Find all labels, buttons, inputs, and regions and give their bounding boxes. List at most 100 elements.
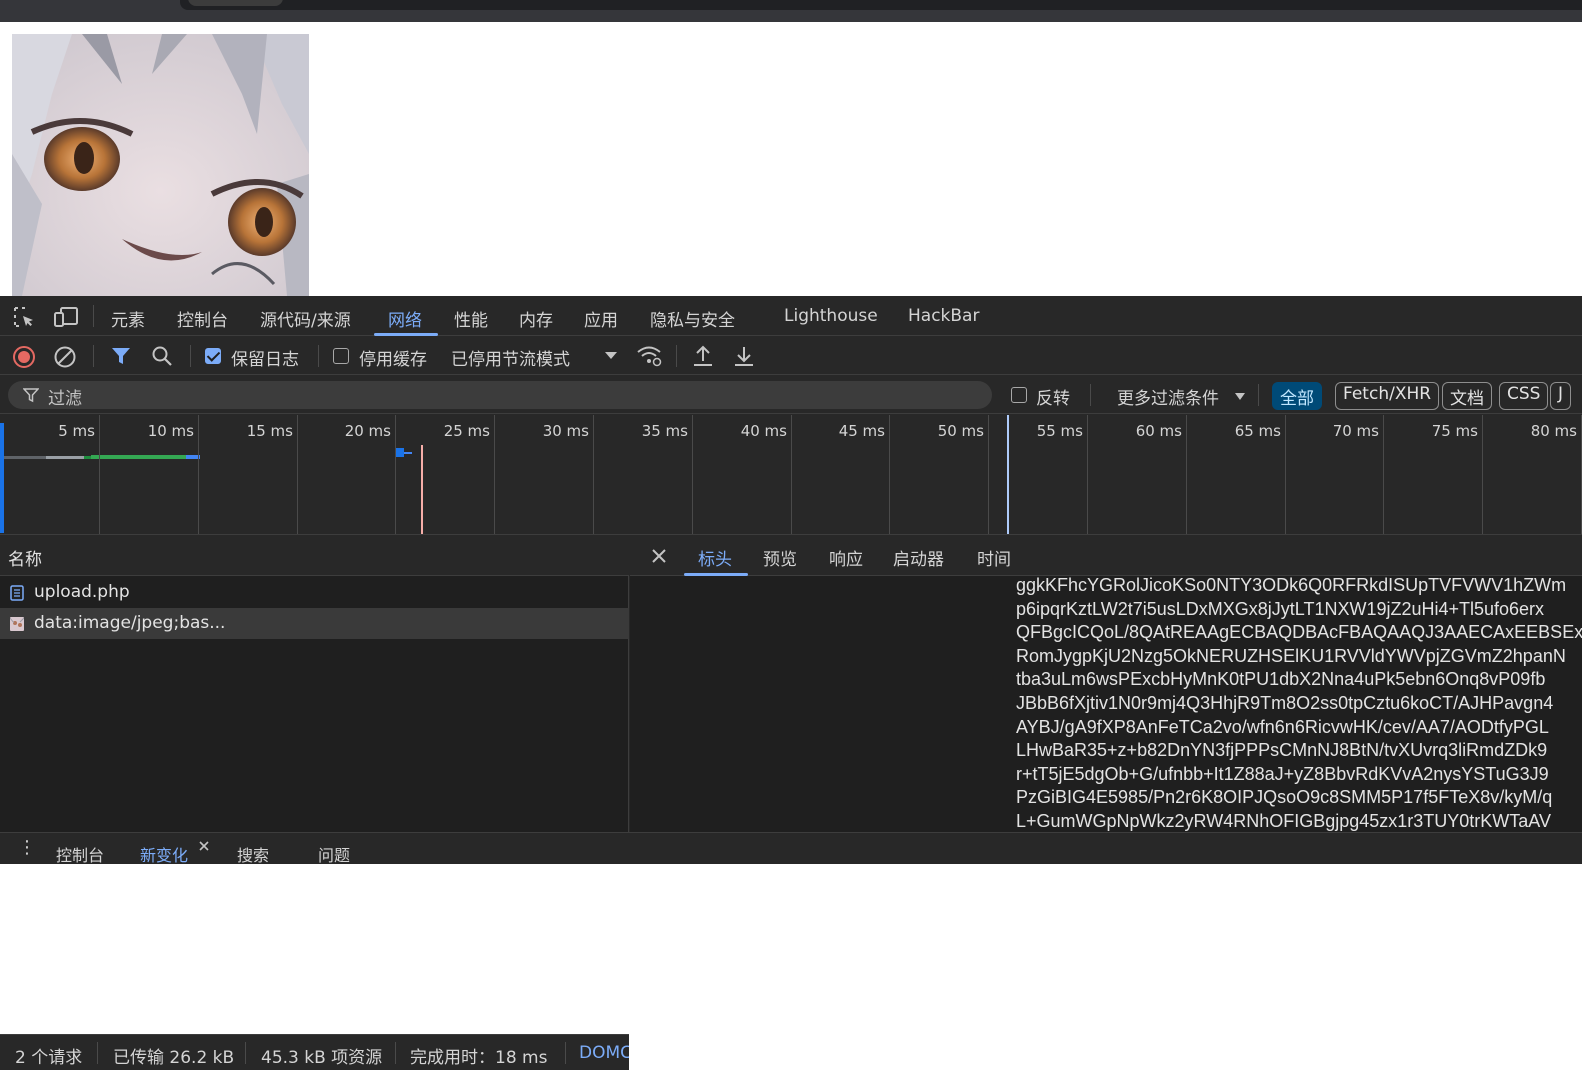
timeline-gridline [889, 415, 890, 534]
separator [93, 305, 94, 327]
clear-icon[interactable] [53, 345, 77, 369]
request-row-selected[interactable]: data:image/jpeg;bas... [0, 608, 629, 639]
request-list: 名称 upload.php data:image/jpeg;bas... 2 个… [0, 536, 629, 1070]
devtools-tab-bar: 元素 控制台 源代码/来源 网络 性能 内存 应用 隐私与安全 Lighthou… [0, 296, 1582, 336]
waterfall-bar [404, 452, 412, 454]
timeline-tick-label: 25 ms [443, 422, 490, 440]
tab-initiator[interactable]: 启动器 [893, 545, 944, 570]
tab-privacy-security[interactable]: 隐私与安全 [650, 306, 735, 331]
timeline-tick-label: 65 ms [1234, 422, 1281, 440]
timeline-gridline [395, 415, 396, 534]
throttling-select[interactable]: 已停用节流模式 [451, 345, 570, 370]
base64-line: PzGiBIG4E5985/Pn2r6K8OIPJQsoO9c8SMM5P17f… [1016, 787, 1553, 808]
load-event-marker [421, 445, 423, 534]
timeline-gridline [1383, 415, 1384, 534]
preserve-log-checkbox[interactable] [205, 348, 221, 364]
drawer-tab-bar: ⋮ 控制台 新变化 搜索 问题 [0, 832, 1582, 866]
more-filters-dropdown[interactable]: 更多过滤条件 [1117, 384, 1219, 409]
finish-time: 完成用时：18 ms [410, 1048, 548, 1068]
tab-network[interactable]: 网络 [388, 306, 422, 331]
more-options-icon[interactable]: ⋮ [18, 837, 36, 858]
network-overview-timeline[interactable]: 5 ms 10 ms 15 ms 20 ms 25 ms 30 ms 35 ms 40 ms 4… [0, 415, 1582, 535]
device-toolbar-icon[interactable] [53, 305, 79, 329]
close-icon[interactable] [650, 547, 668, 565]
transferred-size: 已传输 26.2 kB [113, 1048, 235, 1068]
timeline-tick-label: 30 ms [542, 422, 589, 440]
tab-application[interactable]: 应用 [584, 306, 618, 331]
separator [395, 1042, 396, 1064]
separator [318, 345, 319, 367]
network-summary-bar: 2 个请求 已传输 26.2 kB 45.3 kB 项资源 完成用时：18 ms… [0, 1034, 629, 1070]
base64-line: AYBJ/gA9fXP8AnFeTCa2vo/wfn6n6RicvwHK/cev… [1016, 716, 1549, 737]
request-details-tabs: 标头 预览 响应 启动器 时间 [630, 536, 1582, 576]
timeline-tick-label: 5 ms [58, 422, 95, 440]
timeline-tick-label: 35 ms [641, 422, 688, 440]
waterfall-bar [91, 455, 186, 459]
timeline-gridline [1186, 415, 1187, 534]
separator [97, 1042, 98, 1064]
tab-memory[interactable]: 内存 [519, 306, 553, 331]
stop-recording-icon[interactable] [12, 345, 36, 369]
filter-icon[interactable] [110, 345, 132, 367]
tab-response[interactable]: 响应 [829, 545, 863, 570]
resources-size: 45.3 kB 项资源 [261, 1048, 383, 1068]
base64-data-text: ggkKFhcYGRolJicoKSo0NTY3ODk6Q0RFRkdISUpT… [1016, 574, 1582, 832]
timeline-tick-label: 55 ms [1036, 422, 1083, 440]
filter-chip-doc[interactable]: 文档 [1442, 382, 1492, 410]
network-conditions-icon[interactable] [636, 344, 662, 368]
filter-chip-all[interactable]: 全部 [1272, 382, 1322, 410]
disable-cache-label: 停用缓存 [359, 350, 427, 370]
drawer-tab-changes[interactable]: 新变化 [140, 842, 188, 866]
anime-face-image [12, 34, 309, 296]
tab-headers[interactable]: 标头 [698, 545, 732, 570]
filter-chip-css[interactable]: CSS [1499, 382, 1549, 410]
import-har-icon[interactable] [692, 344, 714, 368]
search-icon[interactable] [151, 345, 173, 367]
document-icon [10, 585, 24, 601]
waterfall-bar [46, 456, 84, 459]
timeline-tick-label: 50 ms [937, 422, 984, 440]
filter-input[interactable]: 过滤 [8, 381, 992, 409]
drawer-tab-search[interactable]: 搜索 [237, 842, 269, 866]
tab-performance[interactable]: 性能 [454, 306, 488, 331]
tab-preview[interactable]: 预览 [763, 545, 797, 570]
browser-top-bar [0, 0, 1582, 22]
timeline-tick-label: 45 ms [838, 422, 885, 440]
close-icon[interactable] [198, 840, 210, 852]
filter-bar: 过滤 反转 更多过滤条件 全部 Fetch/XHR 文档 CSS J [0, 376, 1582, 414]
timeline-gridline [494, 415, 495, 534]
waterfall-bar [84, 456, 91, 459]
filter-placeholder: 过滤 [48, 389, 82, 409]
base64-line: LHwBaR35+z+b82DnYN3fjPPPsCMnNJ8BtN/tvXUv… [1016, 740, 1548, 761]
filter-chip-js[interactable]: J [1550, 382, 1572, 410]
tab-elements[interactable]: 元素 [111, 306, 145, 331]
inspect-element-icon[interactable] [12, 305, 36, 329]
drawer-tab-issues[interactable]: 问题 [318, 842, 350, 866]
timeline-gridline [198, 415, 199, 534]
request-details-pane: 标头 预览 响应 启动器 时间 ggkKFhcYGRolJicoKSo0NTY3… [630, 536, 1582, 832]
base64-line: JBbB6fXjtiv1N0r9mj4Q3HhjR9Tm8O2ss0tpCztu… [1016, 692, 1554, 713]
chevron-down-icon[interactable] [604, 351, 618, 361]
tab-timing[interactable]: 时间 [977, 545, 1011, 570]
separator [1090, 384, 1091, 406]
tab-hackbar[interactable]: HackBar [908, 306, 979, 326]
tab-strip-item[interactable] [188, 0, 283, 6]
request-row[interactable]: upload.php [0, 577, 629, 608]
export-har-icon[interactable] [733, 344, 755, 368]
active-tab-indicator [684, 573, 748, 576]
base64-line: p6ipqrKztLW2t7i5usLDxMXGx8jJytLT1NXW19jZ… [1016, 598, 1545, 619]
chevron-down-icon[interactable] [1234, 392, 1246, 401]
column-header-name[interactable]: 名称 [0, 536, 629, 576]
address-bar-area [180, 0, 1582, 10]
tab-lighthouse[interactable]: Lighthouse [784, 306, 878, 326]
disable-cache-checkbox[interactable] [333, 348, 349, 364]
tab-sources[interactable]: 源代码/来源 [260, 306, 351, 331]
separator [93, 345, 94, 367]
timeline-tick-label: 70 ms [1332, 422, 1379, 440]
drawer-tab-console[interactable]: 控制台 [56, 842, 104, 866]
filter-chip-fetch-xhr[interactable]: Fetch/XHR [1335, 382, 1440, 410]
waterfall-bar [4, 456, 46, 459]
tab-console[interactable]: 控制台 [177, 306, 228, 331]
current-time-marker [1007, 415, 1009, 534]
invert-checkbox[interactable] [1011, 387, 1027, 403]
